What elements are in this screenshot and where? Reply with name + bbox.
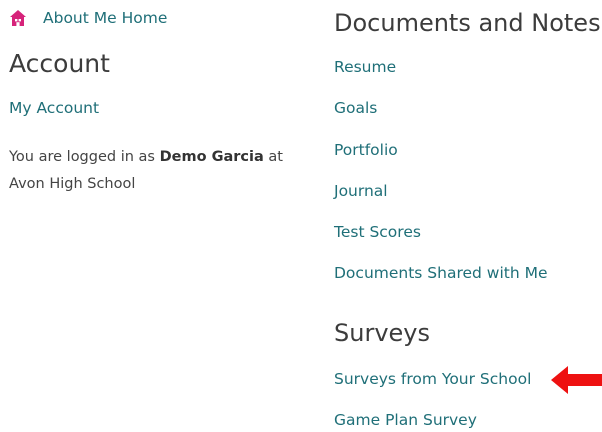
my-account-link[interactable]: My Account: [9, 99, 99, 117]
game-plan-survey-link[interactable]: Game Plan Survey: [334, 411, 477, 429]
journal-link[interactable]: Journal: [334, 182, 388, 200]
surveys-heading: Surveys: [334, 319, 430, 347]
login-prefix: You are logged in as: [9, 149, 160, 165]
arrow-left-icon: [551, 365, 602, 395]
home-icon: [9, 9, 27, 27]
login-middle: at: [263, 149, 283, 165]
portfolio-link[interactable]: Portfolio: [334, 141, 398, 159]
resume-link[interactable]: Resume: [334, 58, 396, 76]
test-scores-link[interactable]: Test Scores: [334, 223, 421, 241]
surveys-from-school-link[interactable]: Surveys from Your School: [334, 370, 531, 388]
user-name: Demo Garcia: [159, 149, 264, 165]
goals-link[interactable]: Goals: [334, 99, 377, 117]
school-name: Avon High School: [9, 176, 136, 192]
account-heading: Account: [9, 49, 110, 78]
about-me-home-link[interactable]: About Me Home: [9, 9, 167, 27]
about-me-home-label: About Me Home: [43, 9, 168, 27]
login-status: You are logged in as Demo Garcia at Avon …: [9, 144, 299, 198]
documents-heading: Documents and Notes: [334, 9, 601, 37]
documents-shared-link[interactable]: Documents Shared with Me: [334, 264, 548, 282]
